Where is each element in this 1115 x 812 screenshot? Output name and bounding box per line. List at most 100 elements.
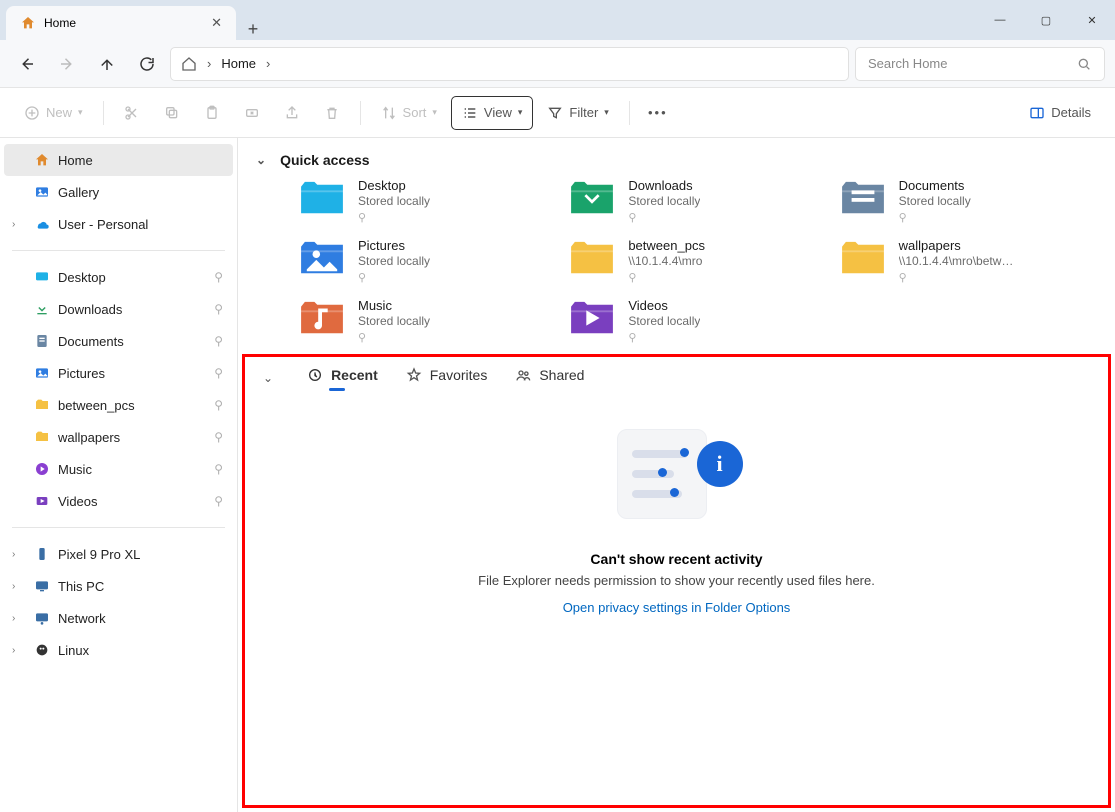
sidebar-item-home[interactable]: Home <box>4 144 233 176</box>
new-button[interactable]: New ▾ <box>14 96 93 130</box>
chevron-right-icon[interactable]: › <box>12 549 15 560</box>
details-pane-button[interactable]: Details <box>1019 96 1101 130</box>
sort-button[interactable]: Sort ▾ <box>371 96 447 130</box>
forward-button[interactable] <box>50 47 84 81</box>
quick-access-item[interactable]: wallpapers \\10.1.4.4\mro\betw… ⚲ <box>839 238 1097 294</box>
close-button[interactable]: ✕ <box>1069 0 1115 40</box>
sidebar-label: Music <box>58 462 92 477</box>
sidebar-item-user[interactable]: › User - Personal <box>4 208 233 240</box>
sidebar-label: This PC <box>58 579 104 594</box>
chevron-right-icon[interactable]: › <box>12 219 15 230</box>
add-tab-button[interactable]: + <box>236 19 270 40</box>
folder-icon <box>34 365 50 381</box>
chevron-down-icon[interactable]: ⌄ <box>263 371 273 385</box>
open-privacy-settings-link[interactable]: Open privacy settings in Folder Options <box>261 600 1092 615</box>
recent-section-highlight: ⌄ Recent Favorites Shared <box>242 354 1111 808</box>
pin-icon: ⚲ <box>358 331 430 344</box>
filter-button[interactable]: Filter ▾ <box>537 96 618 130</box>
chevron-right-icon[interactable]: › <box>12 581 15 592</box>
people-icon <box>515 367 531 383</box>
window-tab-home[interactable]: Home ✕ <box>6 6 236 40</box>
sidebar-item-wallpapers[interactable]: wallpapers⚲ <box>4 421 233 453</box>
chevron-right-icon[interactable]: › <box>12 645 15 656</box>
device-icon <box>34 546 50 562</box>
details-label: Details <box>1051 105 1091 120</box>
sidebar-label: Pixel 9 Pro XL <box>58 547 140 562</box>
sidebar-item-videos[interactable]: Videos⚲ <box>4 485 233 517</box>
item-title: between_pcs <box>628 238 705 254</box>
paste-button[interactable] <box>194 96 230 130</box>
share-icon <box>284 105 300 121</box>
delete-button[interactable] <box>314 96 350 130</box>
sidebar-item-this-pc[interactable]: › This PC <box>4 570 233 602</box>
sidebar-item-network[interactable]: › Network <box>4 602 233 634</box>
maximize-button[interactable]: ▢ <box>1023 0 1069 40</box>
back-button[interactable] <box>10 47 44 81</box>
quick-access-item[interactable]: Desktop Stored locally ⚲ <box>298 178 556 234</box>
sidebar-label: Videos <box>58 494 98 509</box>
minimize-button[interactable]: — <box>977 0 1023 40</box>
folder-icon <box>298 178 346 218</box>
empty-title: Can't show recent activity <box>261 551 1092 567</box>
copy-button[interactable] <box>154 96 190 130</box>
search-box[interactable] <box>855 47 1105 81</box>
quick-access-item[interactable]: Videos Stored locally ⚲ <box>568 298 826 354</box>
up-button[interactable] <box>90 47 124 81</box>
cut-icon <box>124 105 140 121</box>
sidebar-item-downloads[interactable]: Downloads⚲ <box>4 293 233 325</box>
sidebar-item-music[interactable]: Music⚲ <box>4 453 233 485</box>
gallery-icon <box>34 184 50 200</box>
ellipsis-icon: ••• <box>648 105 668 120</box>
quick-access-header[interactable]: ⌄ Quick access <box>238 138 1115 178</box>
view-button[interactable]: View ▾ <box>451 96 533 130</box>
more-button[interactable]: ••• <box>640 96 676 130</box>
chevron-down-icon[interactable]: ⌄ <box>256 153 266 167</box>
sidebar-item-pixel-9-pro-xl[interactable]: › Pixel 9 Pro XL <box>4 538 233 570</box>
pin-icon: ⚲ <box>899 271 1014 284</box>
breadcrumb-segment[interactable]: Home <box>221 56 256 71</box>
cut-button[interactable] <box>114 96 150 130</box>
item-subtitle: Stored locally <box>628 194 700 210</box>
pin-icon: ⚲ <box>628 271 705 284</box>
sidebar-label: Documents <box>58 334 124 349</box>
chevron-right-icon[interactable]: › <box>12 613 15 624</box>
quick-access-item[interactable]: Downloads Stored locally ⚲ <box>568 178 826 234</box>
tab-favorites[interactable]: Favorites <box>406 367 488 389</box>
sidebar-item-gallery[interactable]: Gallery <box>4 176 233 208</box>
tab-close-button[interactable]: ✕ <box>211 15 222 31</box>
rename-button[interactable] <box>234 96 270 130</box>
quick-access-item[interactable]: Music Stored locally ⚲ <box>298 298 556 354</box>
folder-icon <box>34 429 50 445</box>
home-icon <box>20 15 36 31</box>
quick-access-grid: Desktop Stored locally ⚲ Downloads Store… <box>238 178 1115 364</box>
empty-state: i Can't show recent activity File Explor… <box>261 429 1092 615</box>
separator <box>12 527 225 528</box>
refresh-button[interactable] <box>130 47 164 81</box>
sidebar-item-between_pcs[interactable]: between_pcs⚲ <box>4 389 233 421</box>
tab-shared[interactable]: Shared <box>515 367 584 389</box>
quick-access-item[interactable]: between_pcs \\10.1.4.4\mro ⚲ <box>568 238 826 294</box>
breadcrumb-bar[interactable]: › Home › <box>170 47 849 81</box>
quick-access-item[interactable]: Pictures Stored locally ⚲ <box>298 238 556 294</box>
chevron-down-icon: ▾ <box>518 107 523 118</box>
item-subtitle: Stored locally <box>628 314 700 330</box>
refresh-icon <box>138 55 156 73</box>
tab-recent[interactable]: Recent <box>307 367 378 389</box>
sidebar-item-documents[interactable]: Documents ⚲ <box>4 325 233 357</box>
search-icon <box>1076 56 1092 72</box>
sidebar-label: Network <box>58 611 106 626</box>
sidebar-label: Home <box>58 153 93 168</box>
sidebar-item-linux[interactable]: › Linux <box>4 634 233 666</box>
folder-icon <box>568 298 616 338</box>
pin-icon: ⚲ <box>214 430 223 444</box>
sidebar-item-desktop[interactable]: Desktop⚲ <box>4 261 233 293</box>
share-button[interactable] <box>274 96 310 130</box>
separator <box>103 101 104 125</box>
sidebar-label: Linux <box>58 643 89 658</box>
folder-icon <box>298 238 346 278</box>
pin-icon: ⚲ <box>214 334 223 348</box>
sidebar-item-pictures[interactable]: Pictures⚲ <box>4 357 233 389</box>
quick-access-item[interactable]: Documents Stored locally ⚲ <box>839 178 1097 234</box>
chevron-down-icon: ▾ <box>78 107 83 118</box>
search-input[interactable] <box>868 56 1076 71</box>
